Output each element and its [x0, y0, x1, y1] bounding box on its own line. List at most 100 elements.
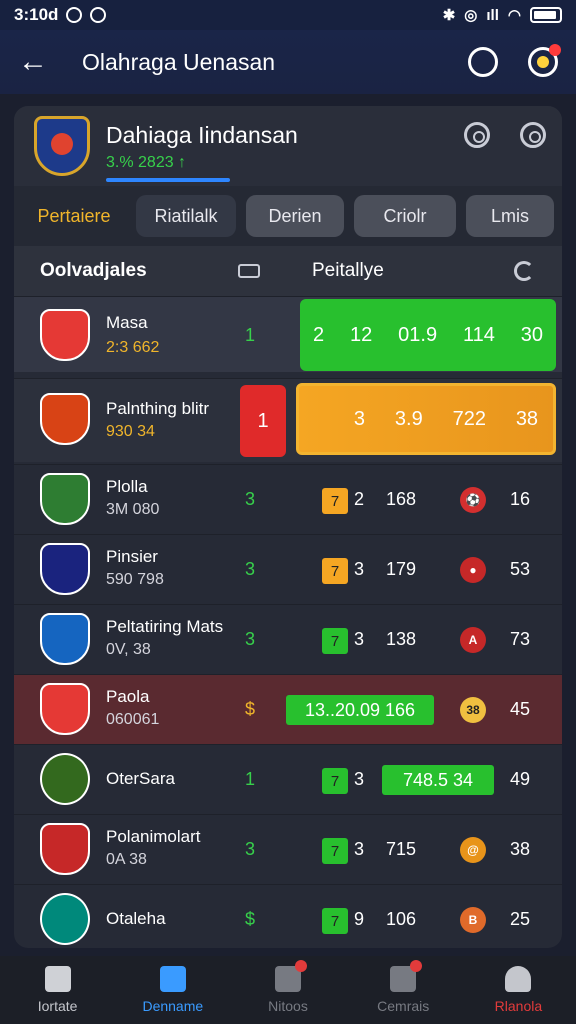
soccer-ball-icon: A: [460, 627, 486, 653]
club-name: Pinsier: [106, 547, 158, 566]
page-title: Olahraga Uenasan: [82, 48, 276, 75]
club-position: 3: [244, 629, 255, 649]
club-badge: [40, 473, 90, 525]
form-chip: 7: [322, 488, 348, 514]
nav-item-active[interactable]: Denname: [115, 956, 230, 1024]
highlight-bar: 2 12 01.9 114 30: [300, 299, 556, 371]
tab-lmis[interactable]: Lmis: [466, 195, 554, 237]
bluetooth-icon: ✱: [442, 7, 456, 24]
theme-toggle-icon[interactable]: [528, 44, 561, 77]
club-name: Otaleha: [106, 909, 166, 928]
stat-value: 25: [510, 909, 531, 929]
badge-icon: B: [460, 907, 486, 933]
tab-pertaiere[interactable]: Pertaiere: [22, 195, 126, 237]
stat-value: 01.9: [398, 323, 438, 346]
stat-value: 73: [510, 629, 531, 649]
highlight-bar: 748.5 34: [382, 765, 494, 795]
alarm-icon: ◎: [464, 7, 478, 24]
gear-icon[interactable]: [464, 122, 490, 148]
tab-bar: Pertaiere Riatilalk Derien Criolr Lmis: [14, 186, 562, 246]
table-row[interactable]: Pinsier 590 798 3 7 3 179 ● 53: [14, 534, 562, 602]
nav-label: Nitoos: [268, 998, 308, 1014]
table-row[interactable]: Paola 060061 $ 13..20.09 166 38 45: [14, 674, 562, 744]
league-stat: 3.% 2823 ↑: [106, 154, 187, 171]
table-row[interactable]: Palnthing blitr 930 34 1 3 3.9 722 38: [14, 378, 562, 462]
club-name: OterSara: [106, 769, 175, 788]
soccer-ball-icon: ●: [460, 557, 486, 583]
stat-value: 38: [515, 407, 539, 430]
bottom-nav: Iortate Denname Nitoos Cemrais Rlanola: [0, 956, 576, 1024]
table-row[interactable]: Polanimolart 0A 38 3 7 3 715 @ 38: [14, 814, 562, 882]
signal-icon: ıll: [486, 6, 499, 24]
club-position: 3: [244, 559, 255, 579]
notification-icon: [66, 7, 83, 23]
form-chip: 7: [322, 768, 348, 794]
club-position: $: [244, 699, 255, 719]
table-row[interactable]: Otaleha $ 7 9 106 B 25: [14, 884, 562, 948]
table-row[interactable]: OterSara 1 7 3 748.5 34 49: [14, 744, 562, 812]
table-row[interactable]: Peltatiring Mats 0V, 38 3 7 3 138 A 73: [14, 604, 562, 672]
club-badge: [40, 393, 90, 445]
refresh-icon[interactable]: [514, 261, 534, 281]
form-chip: 7: [322, 628, 348, 654]
soccer-ball-icon: ⚽: [460, 487, 486, 513]
back-arrow-icon[interactable]: ←: [18, 45, 58, 79]
performance-column-header: Peitallye: [312, 260, 384, 281]
club-name: Peltatiring Mats: [106, 617, 224, 636]
stat-value: 2: [354, 489, 365, 509]
stat-value: 168: [386, 489, 417, 509]
nav-item-home[interactable]: Iortate: [0, 956, 115, 1024]
nav-label: Iortate: [37, 998, 78, 1014]
stat-value: 3: [354, 839, 365, 859]
league-header: Dahiaga Iindansan 3.% 2823 ↑: [14, 106, 562, 186]
nav-label: Denname: [142, 998, 204, 1014]
tab-criolr[interactable]: Criolr: [354, 195, 456, 237]
form-chip: 7: [322, 838, 348, 864]
settings-icon[interactable]: [468, 47, 498, 77]
tab-derien[interactable]: Derien: [246, 195, 344, 237]
stat-value: 9: [354, 909, 365, 929]
club-badge: [40, 753, 90, 805]
club-score: 060061: [106, 711, 160, 728]
stat-value: 3: [354, 769, 365, 789]
stat-value: 12: [349, 323, 373, 346]
highlight-bar: 13..20.09 166: [286, 695, 434, 725]
nav-item-news[interactable]: Nitoos: [230, 956, 345, 1024]
nav-item-profile[interactable]: Rlanola: [461, 956, 576, 1024]
club-position: 3: [244, 839, 255, 859]
club-score: 2:3 662: [106, 339, 160, 356]
form-chip: 7: [322, 558, 348, 584]
club-name: Paola: [106, 687, 150, 706]
stat-value: 106: [386, 909, 417, 929]
league-progress-bar: [106, 178, 230, 182]
league-logo: [34, 116, 90, 176]
club-position: $: [244, 909, 255, 929]
tab-riatilalk[interactable]: Riatilalk: [136, 195, 236, 237]
filter-icon[interactable]: [238, 264, 260, 278]
badge-icon: @: [460, 837, 486, 863]
club-badge: [40, 893, 90, 945]
stat-value: 53: [510, 559, 531, 579]
stat-value: 45: [510, 699, 531, 719]
gear-icon[interactable]: [520, 122, 546, 148]
club-score: 590 798: [106, 571, 164, 588]
club-score: 0V, 38: [106, 641, 151, 658]
stat-value: 38: [510, 839, 531, 859]
stat-value: 2: [312, 323, 325, 346]
club-score: 930 34: [106, 423, 155, 440]
club-position: 1: [244, 769, 255, 789]
club-badge: [40, 823, 90, 875]
nav-item-chat[interactable]: Cemrais: [346, 956, 461, 1024]
stat-value: 49: [510, 769, 531, 789]
wifi-icon: ◠: [507, 7, 521, 24]
stat-value: 3: [353, 407, 366, 430]
table-row[interactable]: Masa 2:3 662 1 2 12 01.9 114 30: [14, 296, 562, 372]
club-column-header: Oolvadjales: [40, 260, 147, 281]
club-badge: [40, 543, 90, 595]
club-badge: [40, 309, 90, 361]
table-row[interactable]: Plolla 3M 080 3 7 2 168 ⚽ 16: [14, 464, 562, 532]
stat-value: 30: [520, 323, 544, 346]
league-name: Dahiaga Iindansan: [106, 122, 298, 148]
stat-value: 3: [354, 629, 365, 649]
stat-value: 3: [354, 559, 365, 579]
